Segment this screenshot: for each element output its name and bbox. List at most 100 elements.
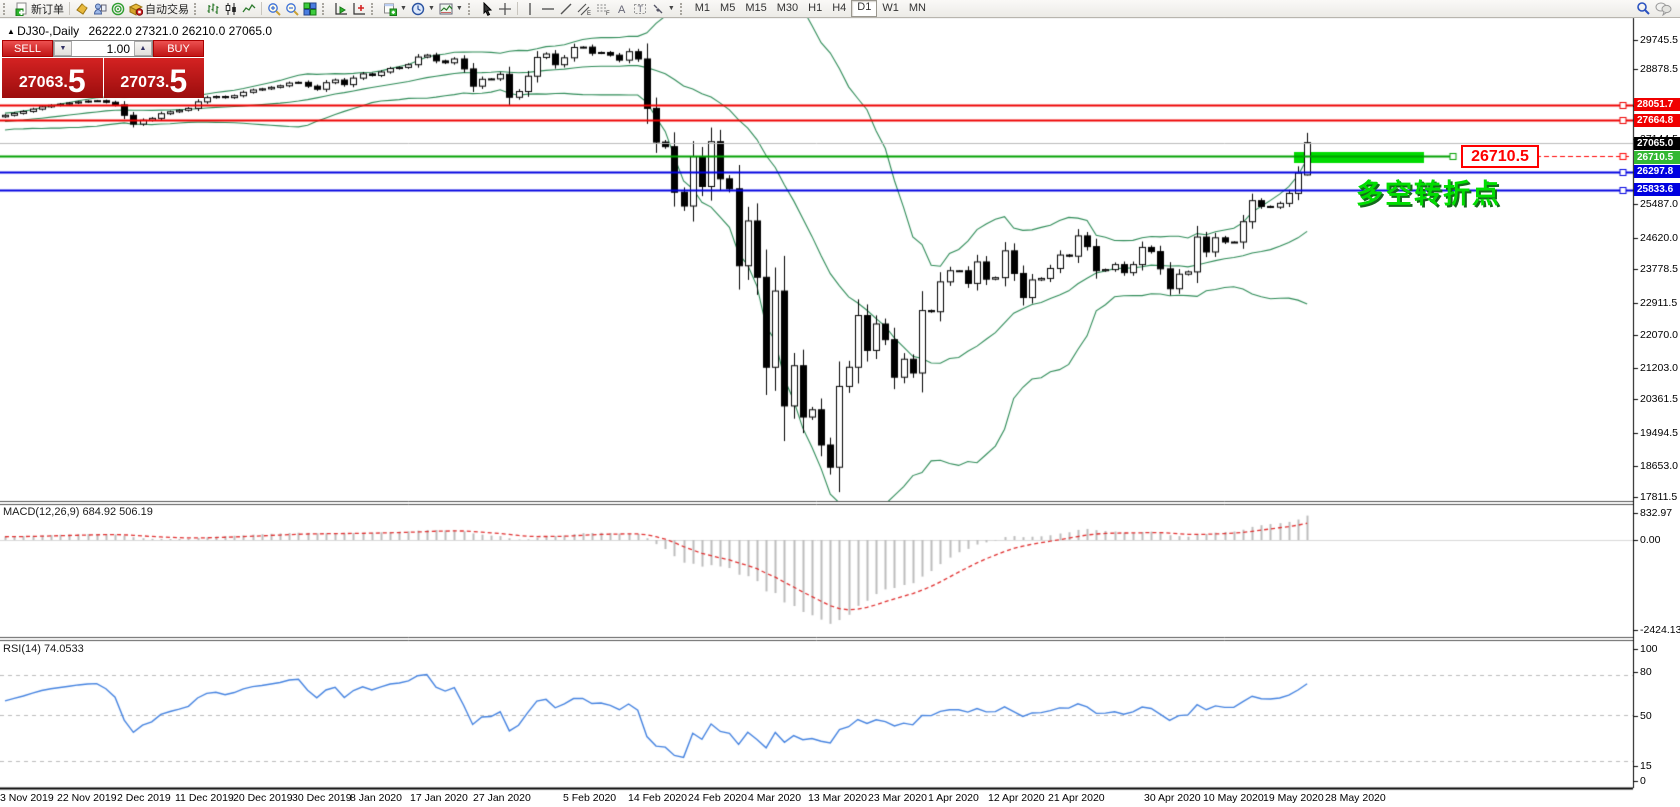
bar-chart-button[interactable] <box>204 1 222 17</box>
rsi-axis-tick: 50 <box>1640 710 1652 722</box>
clock-icon <box>411 2 425 15</box>
svg-text:F: F <box>606 11 610 16</box>
zoom-out-icon <box>286 2 299 16</box>
tile-windows-icon <box>303 2 317 15</box>
symbol-period-label: DJ30-,Daily <box>17 24 80 38</box>
toolbar-grip[interactable] <box>679 2 687 15</box>
vertical-line-button[interactable] <box>521 1 539 17</box>
search-button[interactable] <box>1634 1 1653 17</box>
toolbar-grip[interactable] <box>371 2 378 15</box>
fibonacci-button[interactable]: F <box>594 1 613 17</box>
date-axis-label: 17 Jan 2020 <box>410 792 468 804</box>
volume-input[interactable] <box>72 41 134 56</box>
price-axis-tick: 24620.0 <box>1640 232 1678 244</box>
market-watch-button[interactable] <box>91 1 109 17</box>
horizontal-line-button[interactable] <box>539 1 557 17</box>
sell-price-frac: 5 <box>67 63 86 99</box>
price-level-badge: 26710.5 <box>1634 150 1680 164</box>
chart-autoscroll-icon <box>353 2 365 15</box>
candlestick-chart-icon <box>225 2 236 15</box>
toolbar-grip[interactable] <box>467 2 475 15</box>
dropdown-caret-icon: ▼ <box>667 5 675 12</box>
toolbar-grip[interactable] <box>194 2 201 15</box>
svg-text:E: E <box>587 11 591 16</box>
timeframe-m15[interactable]: M15 <box>740 1 771 16</box>
date-axis-label: 24 Feb 2020 <box>688 792 747 804</box>
toolbar-grip[interactable] <box>3 2 10 15</box>
auto-trading-button[interactable]: 自动交易 <box>127 1 191 17</box>
date-axis-label: 4 Mar 2020 <box>748 792 802 804</box>
cursor-button[interactable] <box>478 1 496 17</box>
timeframes-clock-button[interactable]: ▼ <box>409 1 437 17</box>
toolbar-separator <box>516 2 518 15</box>
price-axis-tick: 22911.5 <box>1640 297 1678 309</box>
text-button[interactable]: A <box>613 1 631 17</box>
price-axis-tick: 19494.5 <box>1640 427 1678 439</box>
chat-button[interactable] <box>1653 1 1674 17</box>
timeframe-h1[interactable]: H1 <box>803 1 827 16</box>
new-chart-button[interactable]: ▼ <box>381 1 409 17</box>
crosshair-button[interactable] <box>496 1 514 17</box>
search-icon <box>1637 2 1650 15</box>
toolbar-separator <box>69 2 70 15</box>
equidistant-channel-button[interactable]: E <box>575 1 594 17</box>
price-axis-tick: 23778.5 <box>1640 263 1678 275</box>
rsi-indicator-label: RSI(14) 74.0533 <box>3 643 84 655</box>
sell-price-display[interactable]: 27063. 5 <box>2 58 103 98</box>
date-axis-label: 22 Nov 2019 <box>57 792 117 804</box>
cursor-icon <box>483 1 492 16</box>
volume-decrease-button[interactable]: ▼ <box>54 41 72 56</box>
trendline-button[interactable] <box>557 1 575 17</box>
timeframe-m1[interactable]: M1 <box>690 1 715 16</box>
timeframe-h4[interactable]: H4 <box>827 1 851 16</box>
one-click-trading-panel: SELL ▼ ▲ BUY 27063.5 27073.5 <box>2 40 204 98</box>
toolbar-separator <box>261 2 262 15</box>
arrows-button[interactable]: ▼ <box>649 1 677 17</box>
tile-windows-button[interactable] <box>301 1 319 17</box>
buy-price-display[interactable]: 27073. 5 <box>103 58 204 99</box>
price-axis-tick: 20361.5 <box>1640 393 1678 405</box>
date-axis-label: 3 Nov 2019 <box>0 792 54 804</box>
text-label-button[interactable]: T <box>631 1 649 17</box>
date-axis-label: 30 Apr 2020 <box>1144 792 1201 804</box>
timeframe-w1[interactable]: W1 <box>877 1 904 16</box>
dropdown-caret-icon: ▼ <box>427 5 435 12</box>
sell-button[interactable]: SELL <box>2 40 53 57</box>
hammer-icon <box>76 2 88 15</box>
signal-button[interactable] <box>109 1 127 17</box>
timeframe-mn[interactable]: MN <box>904 1 931 16</box>
new-chart-icon <box>384 3 397 16</box>
zoom-out-button[interactable] <box>283 1 301 17</box>
price-annotation-label[interactable]: 26710.5 <box>1461 145 1539 168</box>
zoom-in-button[interactable] <box>265 1 283 17</box>
date-axis-label: 19 May 2020 <box>1263 792 1324 804</box>
buy-price-main: 27073 <box>120 74 165 91</box>
dropdown-caret-icon: ▼ <box>400 5 407 12</box>
chart-autoscroll-button[interactable] <box>350 1 368 17</box>
line-chart-button[interactable] <box>240 1 258 17</box>
signal-icon <box>111 2 125 15</box>
new-order-label: 新订单 <box>31 3 64 16</box>
date-axis-label: 30 Dec 2019 <box>292 792 352 804</box>
price-level-badge: 26297.8 <box>1634 164 1680 178</box>
new-order-button[interactable]: 新订单 <box>13 1 66 17</box>
timeframe-d1[interactable]: D1 <box>851 0 878 17</box>
price-axis-tick: 21203.0 <box>1640 362 1678 374</box>
date-axis-label: 8 Jan 2020 <box>350 792 402 804</box>
symbol-triangle-icon: ▲ <box>7 27 18 36</box>
volume-increase-button[interactable]: ▲ <box>134 41 152 56</box>
timeframe-m30[interactable]: M30 <box>772 1 803 16</box>
toolbar-grip[interactable] <box>322 2 329 15</box>
trendline-icon <box>560 3 572 14</box>
turning-point-annotation[interactable]: 多空转折点 <box>1356 172 1501 211</box>
candlestick-chart-button[interactable] <box>222 1 240 17</box>
text-a-icon: A <box>618 4 626 16</box>
styler-button[interactable] <box>73 1 91 17</box>
buy-button[interactable]: BUY <box>153 40 204 57</box>
buy-price-frac: 5 <box>169 63 188 99</box>
timeframe-m5[interactable]: M5 <box>715 1 740 16</box>
rsi-axis-tick: 0 <box>1640 775 1646 787</box>
chart-shift-button[interactable] <box>332 1 350 17</box>
crosshair-icon <box>498 2 511 15</box>
chart-template-button[interactable]: ▼ <box>437 1 465 17</box>
